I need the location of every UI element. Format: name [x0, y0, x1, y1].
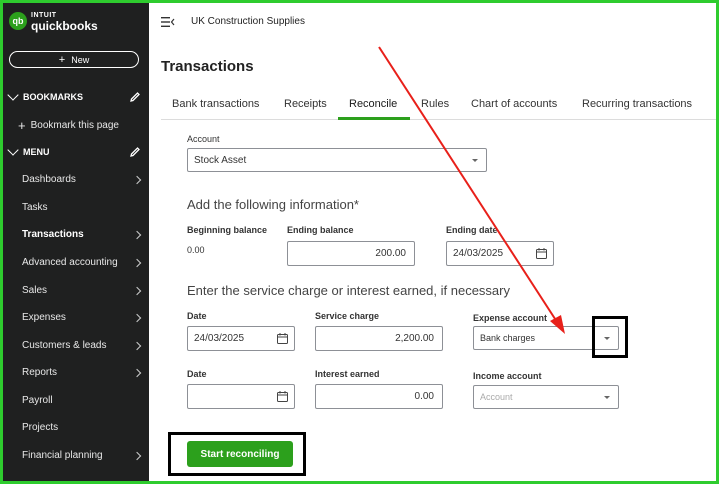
pencil-icon[interactable]	[129, 146, 141, 158]
sidebar: qb INTUIT quickbooks + New BOOKMARKS + B…	[3, 3, 149, 481]
interest-date-input[interactable]	[187, 384, 295, 409]
chevron-right-icon	[132, 368, 142, 377]
service-charge-input[interactable]: 2,200.00	[315, 326, 443, 351]
sidebar-item-customers-leads[interactable]: Customers & leads	[22, 340, 144, 351]
ending-date-value: 24/03/2025	[453, 248, 504, 259]
highlight-box-start-button	[168, 432, 306, 476]
ending-date-input[interactable]: 24/03/2025	[446, 241, 554, 266]
sidebar-item-financial-planning[interactable]: Financial planning	[22, 450, 144, 461]
service-charge-value: 2,200.00	[395, 333, 434, 344]
calendar-icon[interactable]	[277, 390, 288, 402]
tab-bar: Bank transactions Receipts Reconcile Rul…	[161, 90, 716, 120]
sidebar-item-label: Sales	[22, 285, 48, 296]
expense-account-label: Expense account	[473, 313, 548, 323]
menu-section-toggle[interactable]: MENU	[7, 144, 143, 158]
sidebar-item-advanced-accounting[interactable]: Advanced accounting	[22, 257, 144, 268]
chevron-right-icon	[132, 258, 142, 267]
chevron-right-icon	[132, 286, 142, 295]
interest-earned-value: 0.00	[414, 391, 434, 402]
tab-recurring-transactions[interactable]: Recurring transactions	[582, 98, 692, 110]
income-account-select[interactable]: Account	[473, 385, 619, 409]
sidebar-item-transactions[interactable]: Transactions	[22, 229, 144, 240]
sidebar-item-payroll[interactable]: Payroll	[22, 395, 144, 406]
menu-label: MENU	[23, 146, 50, 157]
interest-earned-input[interactable]: 0.00	[315, 384, 443, 409]
sidebar-item-label: Reports	[22, 367, 58, 378]
income-account-placeholder: Account	[480, 392, 513, 402]
tab-reconcile[interactable]: Reconcile	[349, 98, 397, 110]
account-select-value: Stock Asset	[194, 154, 247, 166]
active-tab-indicator	[338, 117, 410, 120]
sidebar-item-label: Expenses	[22, 312, 66, 323]
calendar-icon[interactable]	[277, 332, 288, 344]
service-heading: Enter the service charge or interest ear…	[187, 283, 510, 298]
ending-date-label: Ending date	[446, 225, 498, 235]
ending-balance-value: 200.00	[375, 248, 406, 259]
info-heading: Add the following information*	[187, 197, 359, 212]
dropdown-arrow-icon	[472, 159, 478, 162]
sidebar-item-label: Transactions	[22, 229, 84, 240]
page-title: Transactions	[161, 58, 254, 75]
sidebar-item-label: Projects	[22, 422, 59, 433]
sidebar-item-label: Tasks	[22, 202, 48, 213]
account-select[interactable]: Stock Asset	[187, 148, 487, 172]
company-name: UK Construction Supplies	[191, 16, 305, 27]
dropdown-arrow-icon	[604, 396, 610, 399]
sidebar-item-sales[interactable]: Sales	[22, 285, 144, 296]
chevron-down-icon	[7, 144, 19, 156]
pencil-icon[interactable]	[129, 91, 141, 103]
top-bar: UK Construction Supplies	[149, 3, 716, 43]
sidebar-item-expenses[interactable]: Expenses	[22, 312, 144, 323]
bookmarks-label: BOOKMARKS	[23, 91, 83, 102]
plus-icon: +	[18, 118, 26, 133]
sidebar-item-label: Advanced accounting	[22, 257, 118, 268]
sidebar-item-label: Financial planning	[22, 450, 103, 461]
calendar-icon[interactable]	[536, 247, 547, 259]
chevron-down-icon	[7, 89, 19, 101]
interest-earned-label: Interest earned	[315, 369, 380, 379]
sidebar-item-label: Payroll	[22, 395, 53, 406]
sidebar-item-reports[interactable]: Reports	[22, 367, 144, 378]
quickbooks-logo[interactable]: qb INTUIT quickbooks	[9, 11, 98, 33]
ending-balance-label: Ending balance	[287, 225, 354, 235]
sidebar-item-label: Customers & leads	[22, 340, 107, 351]
bookmark-this-page-label: Bookmark this page	[30, 120, 119, 131]
income-account-label: Income account	[473, 371, 542, 381]
sidebar-item-tasks[interactable]: Tasks	[22, 202, 144, 213]
tab-receipts[interactable]: Receipts	[284, 98, 327, 110]
service-date-value: 24/03/2025	[194, 333, 245, 344]
tab-bank-transactions[interactable]: Bank transactions	[172, 98, 259, 110]
plus-icon: +	[58, 53, 66, 66]
chevron-right-icon	[132, 341, 142, 350]
new-button[interactable]: + New	[9, 51, 139, 68]
chevron-right-icon	[132, 451, 142, 460]
ending-balance-input[interactable]: 200.00	[287, 241, 415, 266]
collapse-menu-icon[interactable]	[161, 16, 175, 28]
sidebar-item-dashboards[interactable]: Dashboards	[22, 174, 144, 185]
qb-logo-icon: qb	[9, 12, 27, 30]
interest-date-label: Date	[187, 369, 207, 379]
chevron-right-icon	[132, 313, 142, 322]
tab-rules[interactable]: Rules	[421, 98, 449, 110]
app-window: qb INTUIT quickbooks + New BOOKMARKS + B…	[3, 3, 716, 481]
service-date-label: Date	[187, 311, 207, 321]
expense-account-value: Bank charges	[480, 333, 536, 343]
service-charge-label: Service charge	[315, 311, 380, 321]
chevron-right-icon	[132, 175, 142, 184]
quickbooks-wordmark: quickbooks	[31, 19, 98, 33]
sidebar-item-projects[interactable]: Projects	[22, 422, 144, 433]
highlight-box-dropdown	[592, 316, 628, 358]
bookmarks-section-toggle[interactable]: BOOKMARKS	[7, 89, 143, 103]
bookmark-this-page[interactable]: + Bookmark this page	[18, 118, 140, 133]
service-date-input[interactable]: 24/03/2025	[187, 326, 295, 351]
sidebar-item-label: Dashboards	[22, 174, 76, 185]
tab-chart-of-accounts[interactable]: Chart of accounts	[471, 98, 557, 110]
chevron-right-icon	[132, 230, 142, 239]
beginning-balance-value: 0.00	[187, 245, 205, 255]
beginning-balance-label: Beginning balance	[187, 225, 268, 235]
new-button-label: New	[71, 54, 90, 65]
account-label: Account	[187, 134, 220, 144]
